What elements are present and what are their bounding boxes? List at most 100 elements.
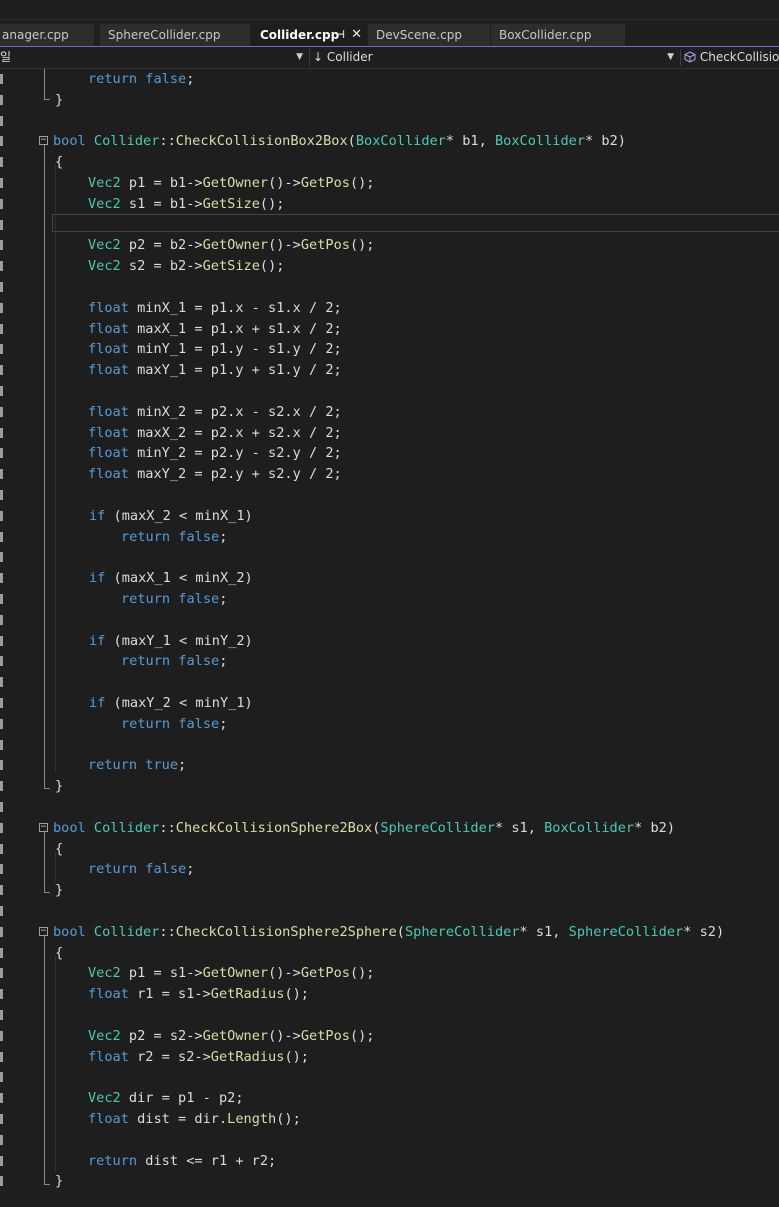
code-line[interactable]: Vec2 p1 = b1->GetOwner()->GetPos(); [0,173,779,193]
code-token: Collider [93,923,160,940]
code-line[interactable] [0,1067,779,1087]
code-token: ; [219,653,228,670]
code-line[interactable] [0,215,779,235]
code-line[interactable] [0,277,779,297]
code-token: :: [159,133,176,150]
code-token: if [89,695,106,711]
code-line[interactable] [0,672,779,692]
code-line[interactable]: float minY_1 = p1.y - s1.y / 2; [0,339,779,359]
code-line[interactable]: } [0,880,779,900]
close-icon[interactable]: ✕ [351,24,362,46]
code-line[interactable]: float minX_2 = p2.x - s2.x / 2; [0,402,779,422]
code-token: return false [88,861,187,878]
code-line[interactable]: Vec2 p2 = b2->GetOwner()->GetPos(); [0,235,779,255]
code-line[interactable]: float maxY_2 = p2.y + s2.y / 2; [0,464,779,484]
code-line[interactable]: float minY_2 = p2.y - s2.y / 2; [0,443,779,463]
tab-collider-cpp[interactable]: Collider.cpp ⊣ ✕ [252,24,368,46]
code-line[interactable]: return false; [0,859,779,879]
tab-label: anager.cpp [2,28,69,42]
code-line[interactable]: return false; [0,527,779,547]
code-line[interactable] [0,485,779,505]
code-line[interactable]: bool Collider::CheckCollisionBox2Box(Box… [0,131,779,151]
code-token: float [88,466,129,483]
code-line[interactable] [0,735,779,755]
code-line[interactable]: if (maxX_1 < minX_2) [0,568,779,588]
code-line[interactable] [0,610,779,630]
code-token: Vec2 [88,175,121,191]
code-line[interactable] [0,1005,779,1025]
code-line[interactable]: } [0,776,779,796]
code-line[interactable]: Vec2 p2 = s2->GetOwner()->GetPos(); [0,1026,779,1046]
code-line[interactable]: if (maxY_2 < minY_1) [0,693,779,713]
code-line[interactable]: bool Collider::CheckCollisionSphere2Box(… [0,818,779,838]
code-token: minX_1 = p1.x - s1.x / 2; [128,299,342,316]
line-margin-mark [0,1010,3,1020]
code-line[interactable]: Vec2 s2 = b2->GetSize(); [0,256,779,276]
code-line[interactable]: float maxY_1 = p1.y + s1.y / 2; [0,360,779,380]
code-line[interactable]: return false; [0,69,779,89]
code-token: SphereCollider [380,819,495,836]
navigation-bar: 일 ▼ ↓ Collider ▼ CheckCollision [0,47,779,69]
code-line[interactable]: return false; [0,589,779,609]
code-line[interactable]: { [0,943,779,963]
code-line[interactable] [0,901,779,921]
code-line[interactable]: bool Collider::CheckCollisionSphere2Sphe… [0,922,779,942]
code-line[interactable]: } [0,90,779,110]
code-token: p1 = b1-> [120,175,203,191]
code-line[interactable]: return dist <= r1 + r2; [0,1151,779,1171]
code-line[interactable] [0,381,779,401]
tab-devscene-cpp[interactable]: DevScene.cpp [368,24,491,46]
code-token: ( [396,923,405,940]
code-line[interactable]: Vec2 p1 = s1->GetOwner()->GetPos(); [0,963,779,983]
code-line[interactable] [0,1130,779,1150]
code-token: bool [53,133,94,150]
code-token: GetPos [300,1027,350,1044]
code-line[interactable] [0,797,779,817]
code-line[interactable]: Vec2 s1 = b1->GetSize(); [0,194,779,214]
line-margin-mark [0,594,3,604]
pin-icon[interactable]: ⊣ [335,24,345,46]
code-line[interactable]: Vec2 dir = p1 - p2; [0,1088,779,1108]
code-token: float [88,1048,129,1065]
tab-manager-cpp[interactable]: anager.cpp [0,24,95,46]
code-line[interactable] [0,547,779,567]
code-text: bool Collider::CheckCollisionBox2Box(Box… [53,132,626,150]
code-editor[interactable]: − − − return false;} bool Collider::Check… [0,69,779,1207]
code-token: float [88,986,129,1003]
code-text: float minY_1 = p1.y - s1.y / 2; [88,340,342,358]
line-margin-mark [0,510,3,521]
code-token: ()-> [268,175,301,191]
tab-spherecollider-cpp[interactable]: SphereCollider.cpp [100,24,251,46]
code-line[interactable]: if (maxY_1 < minY_2) [0,631,779,651]
line-margin-mark [0,864,3,875]
code-line[interactable]: float minX_1 = p1.x - s1.x / 2; [0,298,779,318]
code-line[interactable]: return true; [0,755,779,775]
code-line[interactable]: { [0,152,779,172]
project-dropdown[interactable]: 일 ▼ [0,47,307,68]
code-text: return false; [121,590,227,608]
code-line[interactable]: float r2 = s2->GetRadius(); [0,1047,779,1067]
code-line[interactable]: } [0,1171,779,1191]
tab-boxcollider-cpp[interactable]: BoxCollider.cpp [491,24,626,46]
code-token: Vec2 [88,1090,121,1107]
code-line[interactable]: float maxX_1 = p1.x + s1.x / 2; [0,319,779,339]
code-line[interactable]: float r1 = s1->GetRadius(); [0,984,779,1004]
code-line[interactable]: return false; [0,714,779,734]
scope-dropdown[interactable]: ↓ Collider ▼ [313,47,678,68]
code-token: p2 = b2-> [120,237,203,254]
code-line[interactable] [0,111,779,131]
code-token: GetPos [300,175,350,191]
line-margin-mark [0,323,3,334]
code-token: GetOwner [202,237,269,254]
code-line[interactable]: float dist = dir.Length(); [0,1109,779,1129]
member-dropdown[interactable]: CheckCollision [684,47,779,68]
code-token: (); [259,258,285,275]
code-line[interactable]: float maxX_2 = p2.x + s2.x / 2; [0,423,779,443]
code-token: * b1, [445,133,495,150]
code-token: GetSize [202,195,260,212]
code-line[interactable]: if (maxX_2 < minX_1) [0,506,779,526]
code-line[interactable]: return false; [0,651,779,671]
code-text: float minX_2 = p2.x - s2.x / 2; [88,403,342,421]
code-line[interactable]: { [0,839,779,859]
code-token: GetPos [300,237,350,254]
